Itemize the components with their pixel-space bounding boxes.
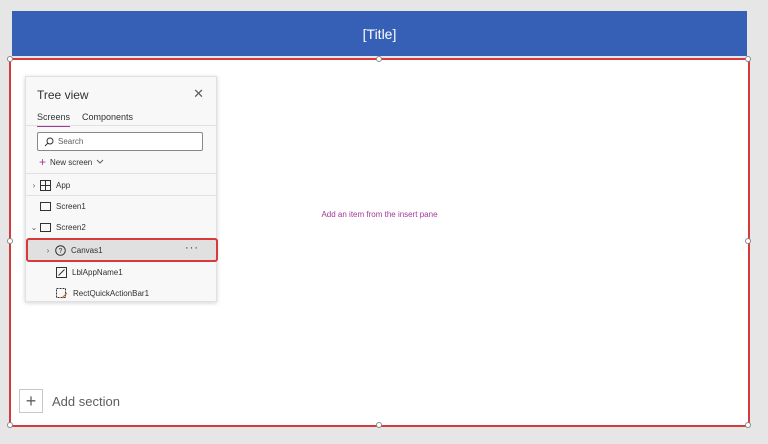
new-screen-button[interactable]: + New screen	[39, 156, 104, 168]
tree-item-lblappname1[interactable]: LblAppName1	[26, 262, 216, 282]
tree-item-label: RectQuickActionBar1	[73, 288, 150, 298]
more-options-icon[interactable]: ···	[185, 242, 199, 254]
tree-item-label: LblAppName1	[72, 267, 123, 277]
svg-text:?: ?	[59, 248, 63, 255]
search-icon	[44, 137, 54, 146]
divider	[26, 173, 216, 174]
screen-icon	[40, 222, 51, 232]
tree-item-label: App	[56, 180, 71, 190]
plus-icon: +	[39, 155, 47, 169]
add-section-control[interactable]: + Add section	[19, 389, 120, 413]
close-icon[interactable]: ✕	[193, 86, 204, 102]
search-box[interactable]	[37, 132, 203, 151]
add-section-label: Add section	[52, 393, 120, 409]
rectangle-icon	[56, 287, 68, 299]
chevron-down-icon[interactable]: ⌄	[30, 223, 38, 232]
add-icon[interactable]: +	[19, 389, 43, 413]
tree-item-canvas1[interactable]: › ? Canvas1 ···	[26, 238, 218, 262]
resize-handle-bottom-right[interactable]	[745, 422, 751, 428]
chevron-down-icon	[96, 159, 104, 164]
screen-icon	[40, 201, 51, 211]
resize-handle-top-right[interactable]	[745, 56, 751, 62]
resize-handle-bottom[interactable]	[376, 422, 382, 428]
chevron-right-icon[interactable]: ›	[44, 246, 52, 255]
resize-handle-bottom-left[interactable]	[7, 422, 13, 428]
chevron-right-icon[interactable]: ›	[30, 181, 38, 190]
resize-handle-top[interactable]	[376, 56, 382, 62]
help-circle-icon: ?	[55, 244, 66, 256]
tree-item-label: Screen2	[56, 222, 86, 232]
app-icon	[40, 179, 51, 191]
resize-handle-right[interactable]	[745, 238, 751, 244]
label-edit-icon	[56, 266, 67, 278]
resize-handle-left[interactable]	[7, 238, 13, 244]
tree-item-screen2[interactable]: ⌄ Screen2	[26, 217, 216, 237]
tree-item-label: Screen1	[56, 201, 86, 211]
page-title: [Title]	[362, 25, 397, 42]
tree-item-label: Canvas1	[71, 245, 103, 255]
search-input[interactable]	[58, 137, 188, 146]
tree-item-app[interactable]: › App	[26, 175, 216, 195]
title-bar[interactable]: [Title]	[12, 11, 747, 56]
resize-handle-top-left[interactable]	[7, 56, 13, 62]
tree-view-panel: Tree view ✕ Screens Components + New scr…	[25, 76, 218, 303]
new-screen-label: New screen	[50, 157, 93, 167]
tree-item-screen1[interactable]: Screen1	[26, 196, 216, 216]
divider	[26, 125, 216, 126]
tree-view-title: Tree view	[37, 88, 89, 102]
tree-item-rectquickactionbar1[interactable]: RectQuickActionBar1	[26, 283, 216, 303]
